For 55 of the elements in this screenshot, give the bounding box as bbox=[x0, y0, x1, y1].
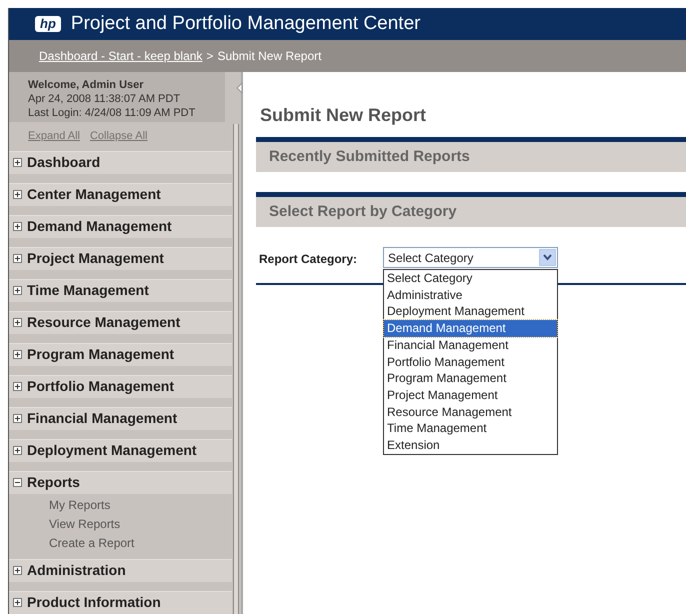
dropdown-option[interactable]: Administrative bbox=[384, 286, 558, 304]
sidebar-subitem[interactable]: My Reports bbox=[49, 496, 232, 514]
dropdown-option[interactable]: Deployment Management bbox=[384, 303, 558, 320]
sidebar-item[interactable]: Program Management bbox=[9, 342, 232, 366]
sidebar-subitem[interactable]: View Reports bbox=[49, 514, 232, 534]
datetime-text: Apr 24, 2008 11:38:07 AM PDT bbox=[28, 92, 182, 106]
plus-box-icon[interactable] bbox=[13, 190, 22, 199]
breadcrumb-current: Submit New Report bbox=[217, 48, 322, 65]
page-title: Submit New Report bbox=[260, 104, 428, 127]
plus-box-icon[interactable] bbox=[13, 350, 22, 359]
logo: hp bbox=[35, 16, 61, 32]
sidebar-item[interactable]: Resource Management bbox=[9, 310, 232, 334]
sidebar-item[interactable]: Deployment Management bbox=[9, 438, 232, 462]
chevron-down-icon bbox=[543, 254, 552, 261]
plus-box-icon[interactable] bbox=[13, 382, 22, 391]
app-title: Project and Portfolio Management Center bbox=[70, 12, 420, 36]
dropdown-button[interactable] bbox=[539, 249, 556, 266]
sidebar-item[interactable]: Dashboard bbox=[9, 150, 232, 174]
dropdown-option[interactable]: Program Management bbox=[384, 370, 558, 387]
sidebar-item[interactable]: Portfolio Management bbox=[9, 374, 232, 398]
plus-box-icon[interactable] bbox=[13, 286, 22, 295]
breadcrumb-separator: > bbox=[206, 48, 214, 65]
dropdown-option[interactable]: Select Category bbox=[384, 270, 558, 287]
sidebar-item[interactable]: Demand Management bbox=[9, 214, 232, 238]
plus-box-icon[interactable] bbox=[13, 598, 22, 607]
sidebar-subitem[interactable]: Create a Report bbox=[49, 534, 232, 552]
field-label: Report Category: bbox=[259, 251, 358, 268]
sidebar-item[interactable]: Reports bbox=[9, 470, 232, 494]
minus-box-icon[interactable] bbox=[13, 478, 22, 487]
sidebar-scrollbar[interactable] bbox=[233, 124, 239, 614]
welcome-text: Welcome, Admin User bbox=[28, 78, 145, 92]
category-dropdown[interactable]: Select Category bbox=[383, 247, 558, 268]
dropdown-option[interactable]: Portfolio Management bbox=[384, 354, 558, 370]
dropdown-option[interactable]: Time Management bbox=[384, 420, 558, 438]
plus-box-icon[interactable] bbox=[13, 566, 22, 575]
plus-box-icon[interactable] bbox=[13, 158, 22, 167]
sidebar-item[interactable]: Center Management bbox=[9, 182, 232, 206]
plus-box-icon[interactable] bbox=[13, 318, 22, 327]
dropdown-option[interactable]: Extension bbox=[384, 437, 558, 454]
plus-box-icon[interactable] bbox=[13, 414, 22, 423]
dropdown-option[interactable]: Financial Management bbox=[384, 336, 558, 354]
plus-box-icon[interactable] bbox=[13, 222, 22, 231]
plus-box-icon[interactable] bbox=[13, 254, 22, 263]
last-login-text: Last Login: 4/24/08 11:09 AM PDT bbox=[28, 106, 196, 120]
section-header: Recently Submitted Reports bbox=[256, 137, 686, 172]
sidebar-item[interactable]: Project Management bbox=[9, 246, 232, 270]
sidebar-item[interactable]: Administration bbox=[9, 558, 232, 582]
dropdown-option[interactable]: Resource Management bbox=[384, 404, 558, 420]
plus-box-icon[interactable] bbox=[13, 446, 22, 455]
sidebar-item[interactable]: Financial Management bbox=[9, 406, 232, 430]
dropdown-option[interactable]: Project Management bbox=[384, 386, 558, 404]
sidebar-item[interactable]: Time Management bbox=[9, 278, 232, 302]
dropdown-option[interactable]: Demand Management bbox=[384, 320, 558, 337]
section-header: Select Report by Category bbox=[256, 192, 686, 227]
sidebar-item[interactable]: Product Information bbox=[9, 590, 232, 614]
